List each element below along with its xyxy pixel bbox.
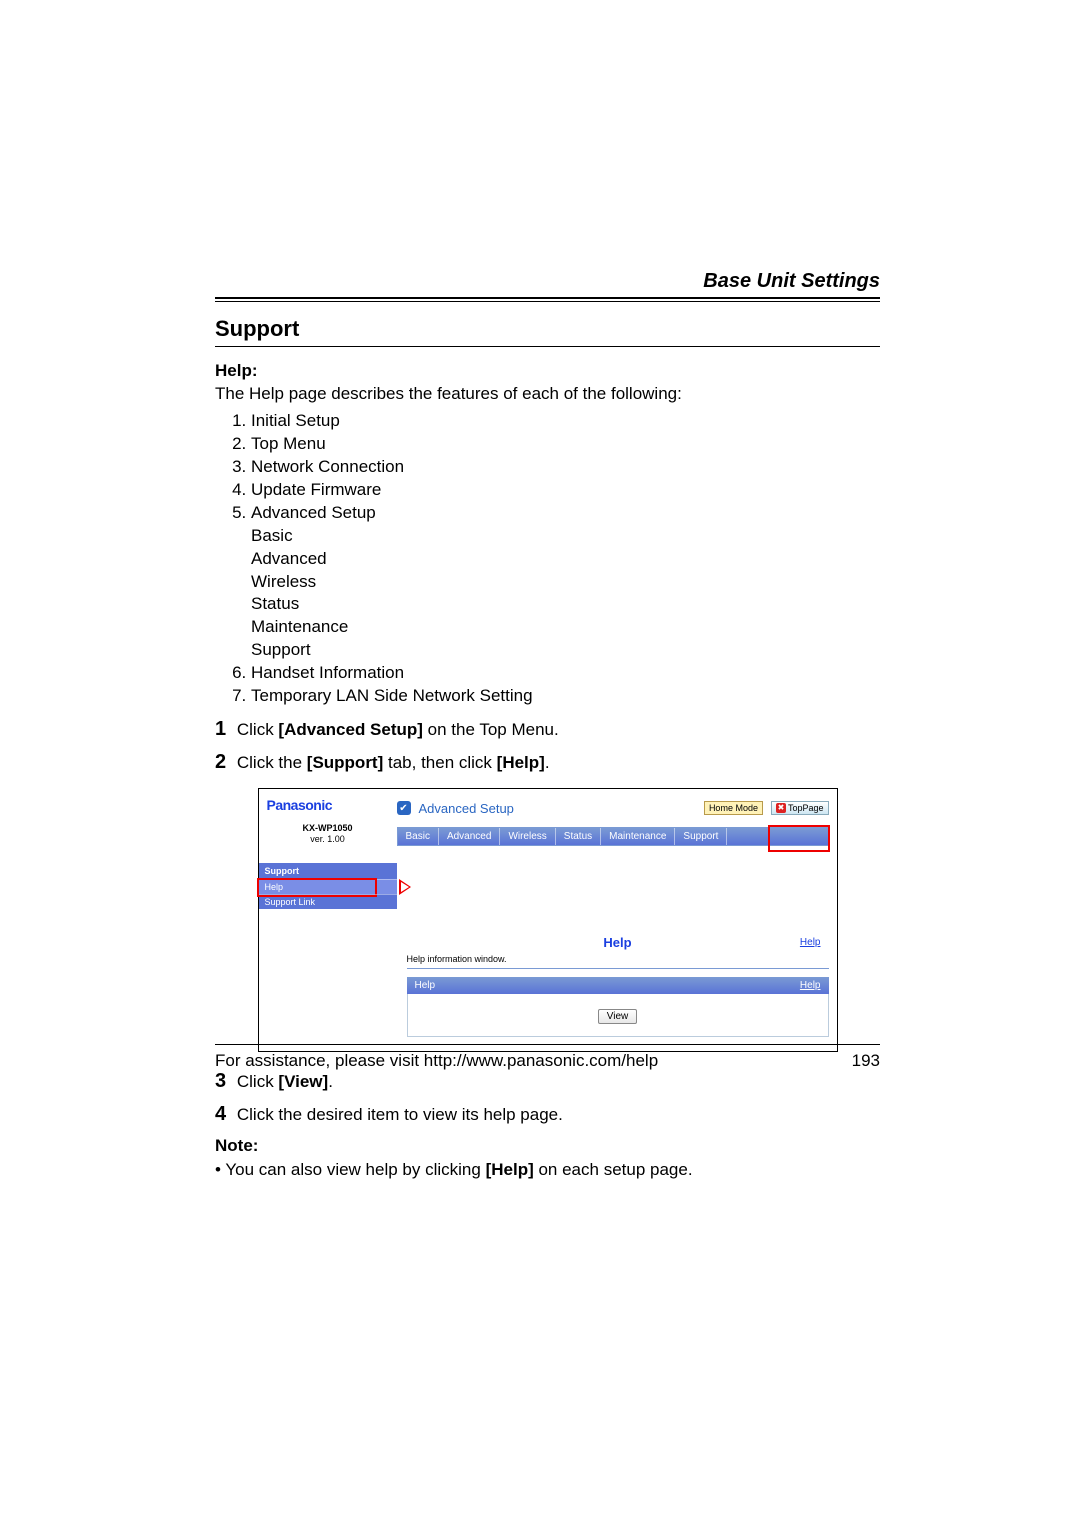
tab-bar: Basic Advanced Wireless Status Maintenan… [397, 827, 829, 846]
step-text-bold: [Support] [307, 753, 383, 772]
help-corner-link[interactable]: Help [800, 937, 821, 948]
help-page-title: Help [603, 935, 631, 950]
step-number: 4 [215, 1103, 226, 1125]
step-number: 1 [215, 718, 226, 740]
sidebar-title: Support [259, 863, 397, 879]
highlight-arrow-icon [399, 879, 411, 895]
tab-advanced[interactable]: Advanced [439, 828, 500, 845]
screenshot-figure: Panasonic KX-WP1050 ver. 1.00 Support He… [215, 788, 880, 1052]
page-number: 193 [852, 1051, 880, 1071]
top-page-button[interactable]: ✖ TopPage [771, 801, 829, 815]
list-item: Status [251, 593, 880, 616]
screenshot-main: ✔ Advanced Setup Home Mode ✖ TopPage Bas… [397, 789, 837, 846]
step-4: 4 Click the desired item to view its hel… [215, 1103, 880, 1126]
divider [407, 968, 829, 969]
model-number: KX-WP1050 [302, 823, 352, 833]
help-intro: The Help page describes the features of … [215, 383, 880, 406]
tab-maintenance[interactable]: Maintenance [601, 828, 675, 845]
manual-page: Base Unit Settings Support Help: The Hel… [0, 0, 1080, 1180]
note-subhead: Note: [215, 1136, 880, 1156]
help-section-bar: Help Help [407, 977, 829, 994]
help-bar-label: Help [415, 980, 436, 991]
list-item: Support [251, 639, 880, 662]
screenshot-sidebar: Panasonic KX-WP1050 ver. 1.00 Support He… [259, 789, 397, 909]
screenshot-body: Help Help Help information window. Help … [259, 909, 837, 1051]
close-icon: ✖ [776, 803, 786, 813]
list-item: Wireless [251, 571, 880, 594]
note-text: You can also view help by clicking [225, 1160, 485, 1179]
list-item: Network Connection [251, 456, 880, 479]
tab-basic[interactable]: Basic [398, 828, 439, 845]
note-text-bold: [Help] [486, 1160, 534, 1179]
sidebar-item-label: Help [265, 882, 284, 892]
footer-divider [215, 1044, 880, 1045]
view-button[interactable]: View [598, 1009, 638, 1024]
step-text: . [328, 1072, 333, 1091]
step-text: tab, then click [383, 753, 496, 772]
list-item: Handset Information [251, 662, 880, 685]
list-item: Top Menu [251, 433, 880, 456]
screenshot-header-area: Panasonic KX-WP1050 ver. 1.00 Support He… [259, 789, 837, 909]
step-text-bold: [View] [278, 1072, 328, 1091]
step-text: Click [237, 1072, 279, 1091]
list-item: Initial Setup [251, 410, 880, 433]
step-number: 2 [215, 751, 226, 773]
step-number: 3 [215, 1070, 226, 1092]
screenshot-window: Panasonic KX-WP1050 ver. 1.00 Support He… [258, 788, 838, 1052]
help-description: Help information window. [407, 954, 829, 964]
list-item: Advanced Setup Basic Advanced Wireless S… [251, 502, 880, 663]
step-text-bold: [Advanced Setup] [278, 720, 423, 739]
breadcrumb-header: Base Unit Settings [215, 270, 880, 297]
help-view-row: View [407, 994, 829, 1037]
sidebar-item-support-link[interactable]: Support Link [259, 894, 397, 909]
step-2: 2 Click the [Support] tab, then click [H… [215, 751, 880, 774]
brand-logo: Panasonic [267, 797, 389, 813]
section-title: Support [215, 316, 880, 342]
help-title-row: Help Help [407, 935, 829, 950]
step-text: Click [237, 720, 279, 739]
sidebar-menu: Support Help Support Link [259, 863, 397, 909]
step-text: . [545, 753, 550, 772]
list-item-label: Advanced Setup [251, 503, 376, 522]
highlight-box [768, 825, 830, 852]
help-ordered-list: Initial Setup Top Menu Network Connectio… [215, 410, 880, 708]
step-3: 3 Click [View]. [215, 1070, 880, 1093]
list-item: Temporary LAN Side Network Setting [251, 685, 880, 708]
step-1: 1 Click [Advanced Setup] on the Top Menu… [215, 718, 880, 741]
main-header: ✔ Advanced Setup Home Mode ✖ TopPage [397, 797, 829, 819]
step-text: Click the desired item to view its help … [237, 1105, 563, 1124]
sidebar-item-help[interactable]: Help [259, 879, 397, 894]
firmware-version: ver. 1.00 [310, 834, 345, 844]
tab-wireless[interactable]: Wireless [500, 828, 555, 845]
tab-support[interactable]: Support [675, 828, 727, 845]
help-bar-link[interactable]: Help [800, 980, 821, 991]
list-item: Advanced [251, 548, 880, 571]
step-text: on the Top Menu. [423, 720, 559, 739]
header-divider [215, 297, 880, 302]
sidebar-item-label: Support Link [265, 897, 316, 907]
advanced-sub-list: Basic Advanced Wireless Status Maintenan… [251, 525, 880, 663]
model-info: KX-WP1050 ver. 1.00 [267, 823, 389, 845]
page-footer: For assistance, please visit http://www.… [215, 1044, 880, 1071]
page-title: Advanced Setup [419, 801, 514, 816]
top-page-label: TopPage [788, 803, 824, 813]
list-item: Basic [251, 525, 880, 548]
section-divider [215, 346, 880, 347]
note-bullet: You can also view help by clicking [Help… [215, 1160, 880, 1180]
step-text-bold: [Help] [497, 753, 545, 772]
footer-assistance-text: For assistance, please visit http://www.… [215, 1051, 658, 1071]
help-subhead: Help: [215, 361, 880, 381]
list-item: Maintenance [251, 616, 880, 639]
shield-icon: ✔ [397, 801, 411, 815]
list-item: Update Firmware [251, 479, 880, 502]
tab-status[interactable]: Status [556, 828, 601, 845]
note-text: on each setup page. [534, 1160, 693, 1179]
home-mode-button[interactable]: Home Mode [704, 801, 763, 815]
step-text: Click the [237, 753, 307, 772]
